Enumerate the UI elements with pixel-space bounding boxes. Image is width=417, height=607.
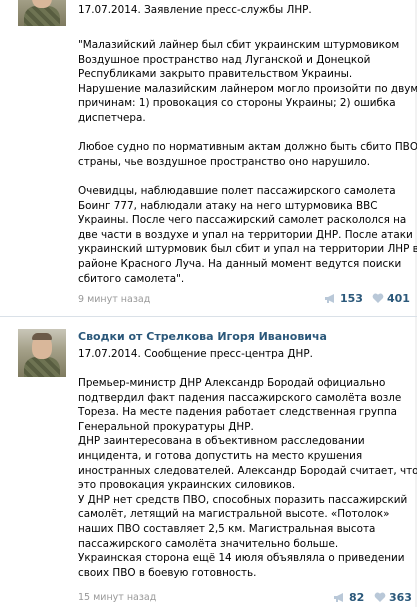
post-author-link[interactable]: Сводки от Стрелкова Игоря Ивановича [78, 330, 327, 343]
post-text-line: сбитого самолета". [78, 272, 185, 285]
heart-icon [372, 293, 384, 303]
post-text-line: две части в воздухе и упал на территории… [78, 228, 413, 241]
post-text-line: наших ПВО составляет 2,5 км. Магистральн… [78, 523, 376, 535]
post-text-line: ДНР заинтересована в объективном расслед… [78, 435, 365, 448]
post-text-line: иностранных следователей. Александр Боро… [78, 464, 417, 477]
post-timestamp[interactable]: 9 минут назад [78, 294, 150, 305]
post-text-line: Нарушение малазийским лайнером могло про… [78, 82, 417, 95]
post-text-line: У ДНР нет средств ПВО, способных поразит… [78, 493, 408, 506]
post-text-line: это провокация украинских силовиков. [78, 479, 296, 492]
post-text-line: Тореза. На месте падения работает следст… [78, 406, 397, 419]
repost-button[interactable]: 153 [324, 292, 363, 305]
repost-button[interactable]: 82 [333, 591, 364, 604]
repost-count: 82 [349, 591, 365, 604]
post-text-line: самолёт, летящий на магистральной высоте… [78, 508, 390, 521]
post-text-line: подтвердил факт падения пассажирского са… [78, 391, 402, 404]
post-divider [0, 316, 417, 317]
like-count: 401 [387, 292, 410, 305]
post-text-line: Боинг 777, наблюдали атаку на него штурм… [78, 199, 378, 212]
megaphone-icon [334, 593, 343, 602]
post-timestamp[interactable]: 15 минут назад [78, 592, 156, 603]
post-text-line: Премьер-министр ДНР Александр Бородай оф… [78, 377, 386, 389]
post-text-line: Украины. После чего пассажирский самолет… [78, 214, 407, 227]
like-count: 363 [389, 591, 412, 604]
post-text-line: Генеральной прокуратуры ДНР. [78, 420, 254, 433]
post-text-line: Любое судно по нормативным актам должно … [78, 141, 417, 154]
megaphone-icon [325, 294, 334, 303]
post-text-line: страны, чье воздушное пространство оно н… [78, 155, 371, 168]
author-avatar[interactable] [18, 329, 66, 377]
post-text-line: своих ПВО в боевую готовность. [78, 566, 257, 579]
post-text-line: инцидента, и готова допустить на место к… [78, 450, 363, 462]
post-text-line: Украинская сторона ещё 14 июля объявляла… [78, 552, 405, 565]
post-text-line: Республиками закрыто правительством Укра… [78, 68, 353, 81]
post-text-line: Воздушное пространство над Луганской и Д… [78, 53, 371, 66]
post-header: 17.07.2014. Сообщение пресс-центра ДНР. [78, 348, 313, 360]
post-text-line: районе Красного Луча. На данный момент в… [78, 258, 402, 270]
author-avatar[interactable] [18, 0, 66, 26]
post-text-line: Очевидцы, наблюдавшие полет пассажирског… [78, 185, 396, 197]
post-text-line: "Малазийский лайнер был сбит украинским … [78, 39, 400, 51]
heart-icon [374, 592, 386, 602]
post-text-line: причинам: 1) провокация со стороны Украи… [78, 97, 396, 110]
repost-count: 153 [340, 292, 363, 305]
post-text-line: пассажирского самолёта значительно больш… [78, 537, 339, 550]
post-text-line: диспетчера. [78, 112, 146, 124]
like-button[interactable]: 363 [374, 591, 412, 604]
post-header: 17.07.2014. Заявление пресс-службы ЛНР. [78, 4, 312, 16]
post-text-line: украинский штурмовик был сбит и упал на … [78, 243, 417, 256]
like-button[interactable]: 401 [372, 292, 410, 305]
